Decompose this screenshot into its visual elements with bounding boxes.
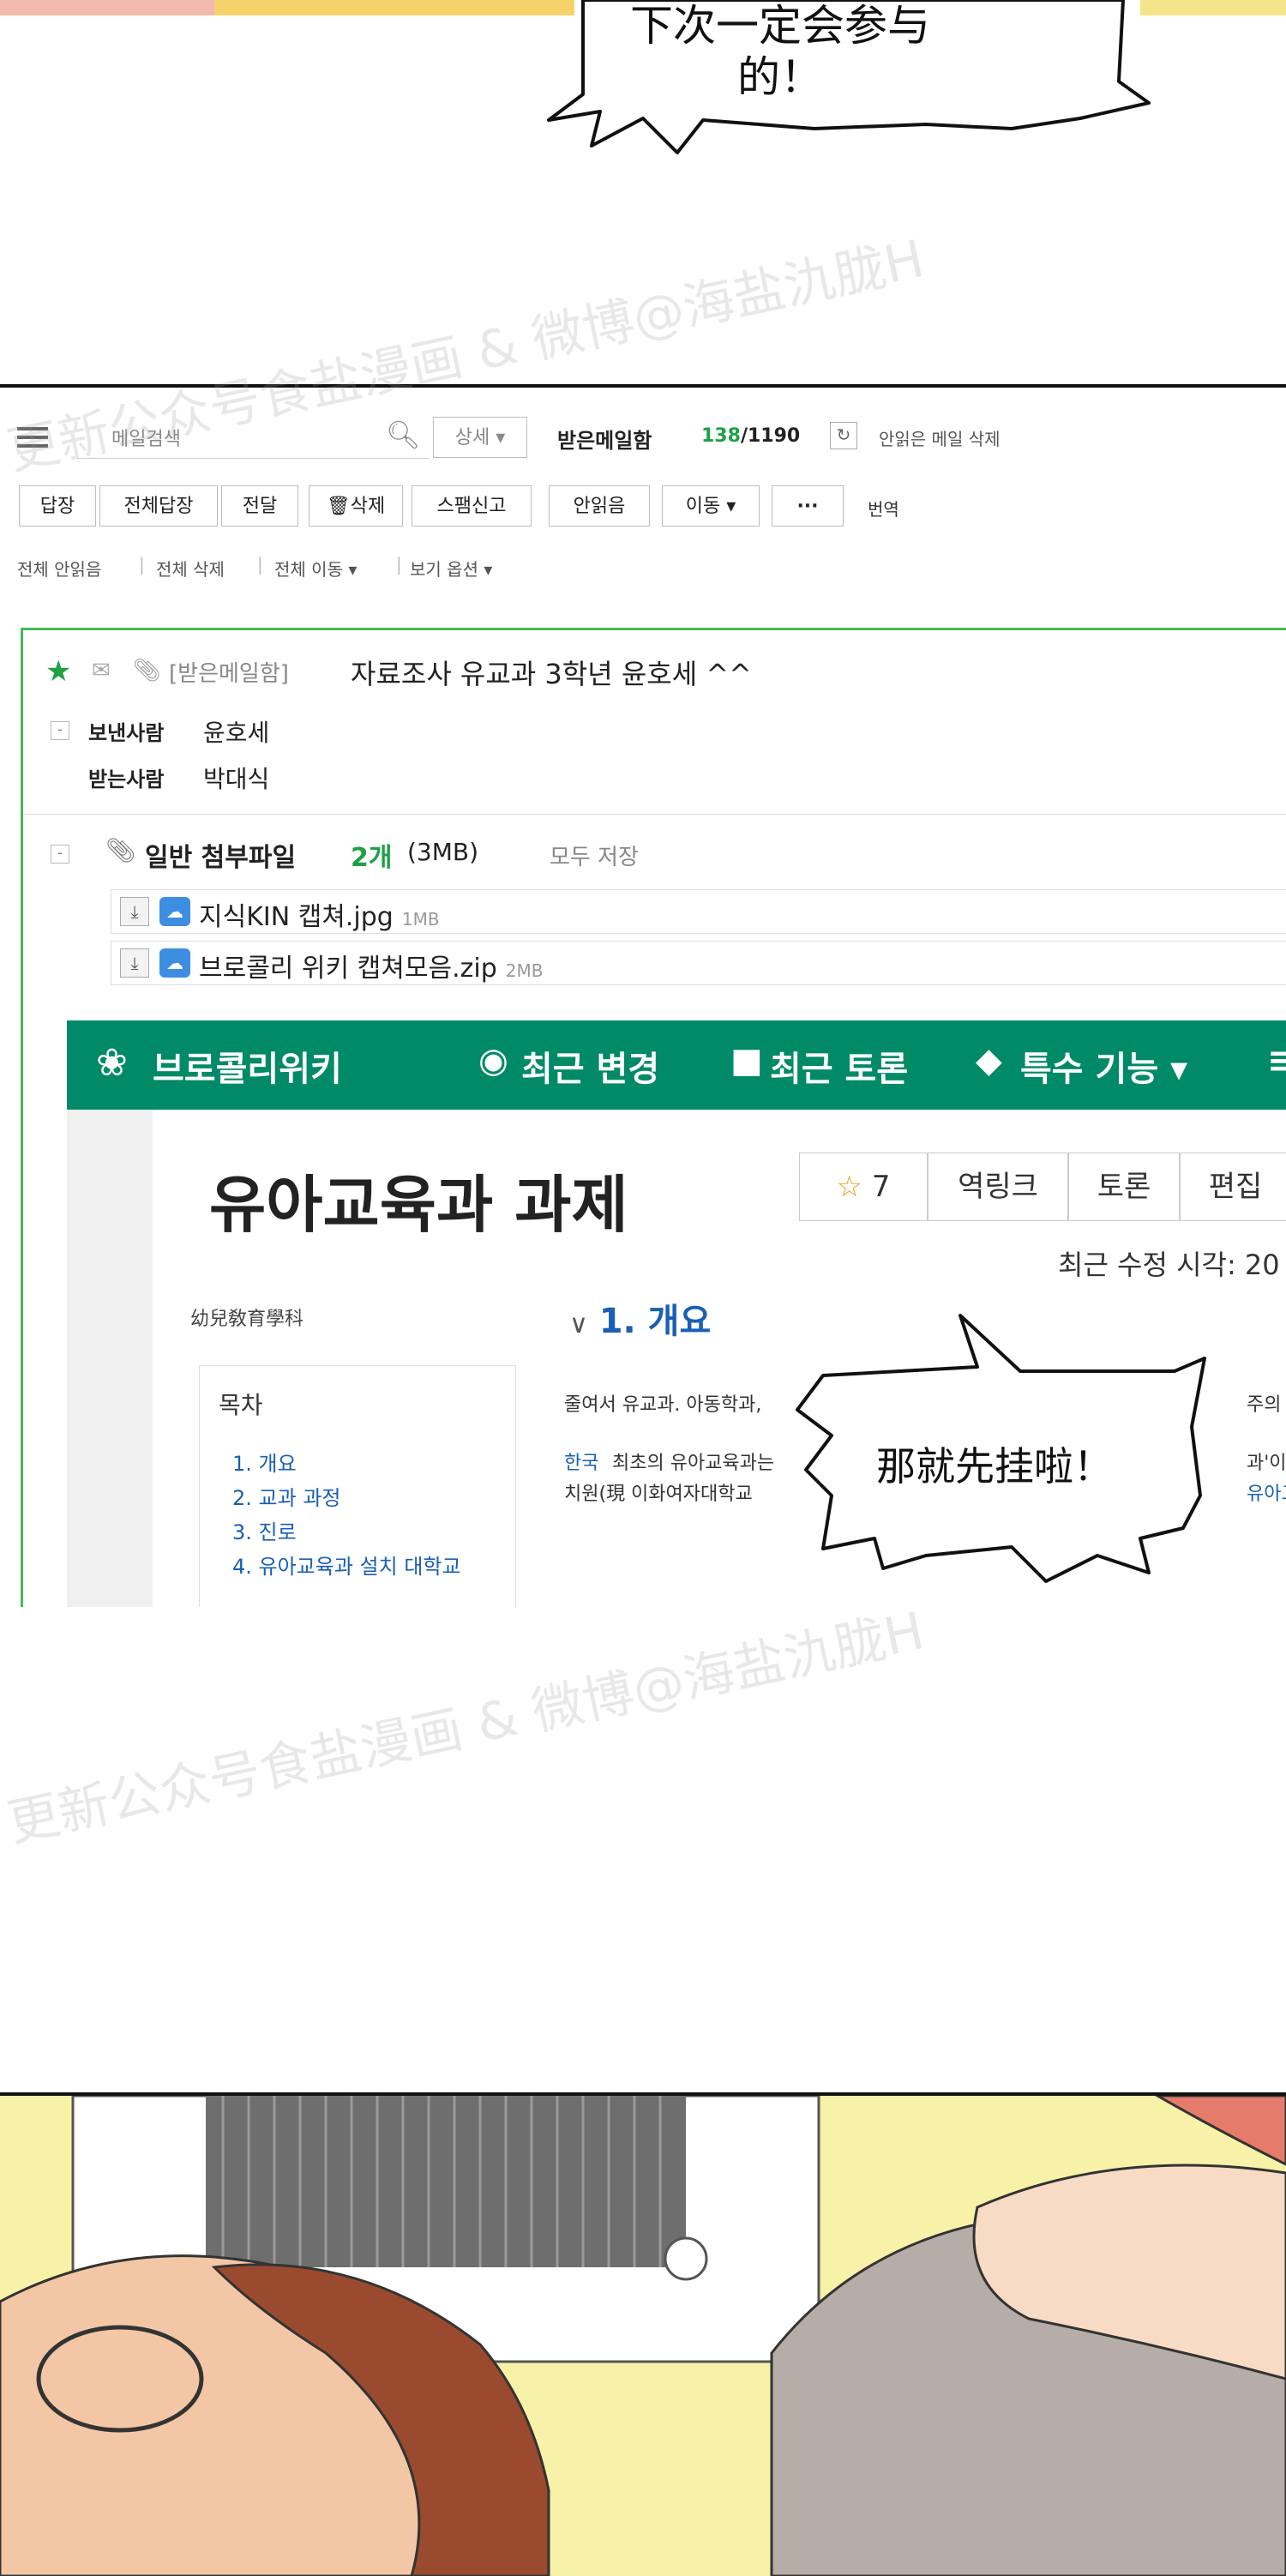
- attachments-label: 일반 첨부파일: [145, 843, 297, 873]
- attachment-row[interactable]: ⤓ ☁ 지식KIN 캡쳐.jpg 1MB: [111, 889, 1286, 934]
- attachment-icon: 📎︎: [105, 836, 136, 864]
- mail-folder-tag: [받은메일함]: [169, 661, 289, 687]
- star-button[interactable]: ☆ 7: [799, 1153, 928, 1221]
- paragraph-line: 치원(現 이화여자대학교: [564, 1484, 753, 1505]
- table-of-contents: 목차 1. 개요 2. 교과 과정 3. 진로 4. 유아교육과 설치 대학교: [199, 1365, 516, 1610]
- move-button[interactable]: 이동 ▾: [662, 485, 760, 527]
- paragraph-link[interactable]: 한국: [564, 1447, 598, 1475]
- menu-icon[interactable]: ≡: [1267, 1041, 1286, 1080]
- save-all-link[interactable]: 모두 저장: [550, 840, 639, 871]
- attachments-count: 2개: [351, 843, 393, 873]
- paperclip-icon: 📎︎: [133, 658, 162, 683]
- reply-all-button[interactable]: 전체답장: [99, 485, 218, 527]
- spam-report-button[interactable]: 스팸신고: [412, 485, 532, 527]
- view-options-link[interactable]: 보기 옵션 ▾: [410, 556, 492, 581]
- mail-search-input[interactable]: 메일검색 🔍︎: [77, 415, 429, 459]
- comic-panel-blank: [0, 1607, 1286, 2092]
- toc-item[interactable]: 4. 유아교육과 설치 대학교: [232, 1550, 461, 1580]
- speech-bubble-middle: 那就先挂啦！: [772, 1298, 1217, 1610]
- collapse-attachments-icon[interactable]: -: [51, 845, 69, 864]
- nav-special-functions[interactable]: 특수 기능 ▾: [1020, 1041, 1187, 1091]
- toc-item[interactable]: 3. 진로: [232, 1515, 297, 1545]
- mail-search-bar: 메일검색 🔍︎ 상세 ▾ 받은메일함 138/1190 ↻ 안읽은 메일 삭제: [0, 413, 1286, 461]
- wiki-page-title: 유아교육과 과제: [209, 1169, 628, 1241]
- speech-bubble-top-text: 下次一定会参与的！: [630, 1, 930, 102]
- discussion-button[interactable]: 토론: [1068, 1153, 1180, 1221]
- recipient-name[interactable]: 박대식: [203, 761, 269, 795]
- forward-button[interactable]: 전달: [221, 485, 298, 527]
- attachment-row[interactable]: ⤓ ☁ 브로콜리 위키 캡쳐모음.zip 2MB: [111, 941, 1286, 985]
- mail-action-toolbar: 답장 전체답장 전달 🗑︎삭제 스팸신고 안읽음 이동 ▾ ··· 번역: [0, 485, 1286, 530]
- section-heading[interactable]: ∨ 1. 개요: [569, 1293, 711, 1343]
- mail-subject: 자료조사 유교과 3학년 윤호세 ^^: [351, 658, 752, 690]
- download-icon[interactable]: ⤓: [120, 897, 149, 926]
- detail-search-button[interactable]: 상세 ▾: [433, 417, 527, 458]
- trash-icon: 🗑︎: [326, 496, 351, 517]
- nav-recent-changes[interactable]: 최근 변경: [521, 1041, 659, 1091]
- sender-name[interactable]: 윤호세: [203, 714, 269, 749]
- cloud-save-icon[interactable]: ☁: [159, 948, 190, 978]
- comic-panel-top: 下次一定会参与的！: [0, 0, 1286, 386]
- mail-count: 138/1190: [701, 425, 801, 447]
- star-icon[interactable]: ★: [45, 654, 71, 689]
- mail-bulk-actions: 전체 안읽음 | 전체 삭제 | 전체 이동 ▾ | 보기 옵션 ▾: [17, 554, 493, 581]
- attachment-name: 지식KIN 캡쳐.jpg: [199, 902, 394, 932]
- characters-illustration: [0, 2096, 1286, 2576]
- attachment-name: 브로콜리 위키 캡쳐모음.zip: [199, 954, 497, 984]
- download-icon[interactable]: ⤓: [120, 948, 149, 978]
- nav-recent-discussions[interactable]: 최근 토론: [770, 1041, 908, 1091]
- wiki-brand[interactable]: 브로콜리위키: [153, 1041, 342, 1091]
- edit-button[interactable]: 편집: [1180, 1153, 1286, 1221]
- compass-icon: ◉: [478, 1041, 508, 1080]
- attachments-size: (3MB): [407, 838, 479, 866]
- paragraph-link[interactable]: 유아교사를: [1247, 1478, 1286, 1506]
- paragraph-line: 과'이다(現: [1247, 1453, 1286, 1474]
- folder-title: 받은메일함: [557, 429, 652, 453]
- paragraph-line: 줄여서 유교과. 아동학과,: [564, 1394, 762, 1416]
- envelope-icon: ✉: [92, 658, 111, 683]
- delete-unread-link[interactable]: 안읽은 메일 삭제: [879, 425, 1001, 450]
- refresh-icon[interactable]: ↻: [830, 422, 857, 449]
- speech-bubble-top: 下次一定会参与的！: [532, 0, 1183, 163]
- speech-bubble-middle-text: 那就先挂啦！: [876, 1443, 1113, 1490]
- last-modified: 최근 수정 시각: 20: [1058, 1249, 1280, 1281]
- move-all-link[interactable]: 전체 이동 ▾: [274, 556, 357, 581]
- more-button[interactable]: ···: [772, 485, 844, 527]
- cloud-save-icon[interactable]: ☁: [159, 897, 190, 926]
- collapse-sender-icon[interactable]: -: [51, 721, 69, 740]
- cube-icon: ◆: [976, 1041, 1002, 1080]
- comic-panel-bottom: [0, 2092, 1286, 2576]
- toc-item[interactable]: 2. 교과 과정: [232, 1481, 340, 1511]
- delete-button[interactable]: 🗑︎삭제: [309, 485, 403, 527]
- wiki-sidebar: [67, 1110, 153, 1610]
- star-icon: ☆: [836, 1170, 863, 1204]
- mark-unread-button[interactable]: 안읽음: [549, 485, 650, 527]
- backlinks-button[interactable]: 역링크: [928, 1153, 1068, 1221]
- menu-icon[interactable]: [17, 424, 48, 451]
- hanja-name: 幼兒敎育學科: [190, 1309, 304, 1330]
- mark-all-unread-link[interactable]: 전체 안읽음: [17, 556, 101, 581]
- wiki-logo-icon: ❀: [96, 1041, 128, 1085]
- paragraph-line: 주의 요망.: [1247, 1394, 1286, 1416]
- delete-all-link[interactable]: 전체 삭제: [156, 556, 225, 581]
- reply-button[interactable]: 답장: [19, 485, 96, 527]
- wiki-header: ❀ 브로콜리위키 ◉ 최근 변경 ■ 최근 토론 ◆ 특수 기능 ▾ ≡: [67, 1020, 1286, 1110]
- comment-icon: ■: [730, 1041, 763, 1080]
- email-screenshot-panel: 메일검색 🔍︎ 상세 ▾ 받은메일함 138/1190 ↻ 안읽은 메일 삭제 …: [0, 384, 1286, 1614]
- paragraph-line: 최초의 유아교육과는: [612, 1453, 775, 1474]
- search-icon[interactable]: 🔍︎: [386, 418, 421, 451]
- toc-item[interactable]: 1. 개요: [232, 1447, 297, 1477]
- translate-link[interactable]: 번역: [868, 496, 899, 521]
